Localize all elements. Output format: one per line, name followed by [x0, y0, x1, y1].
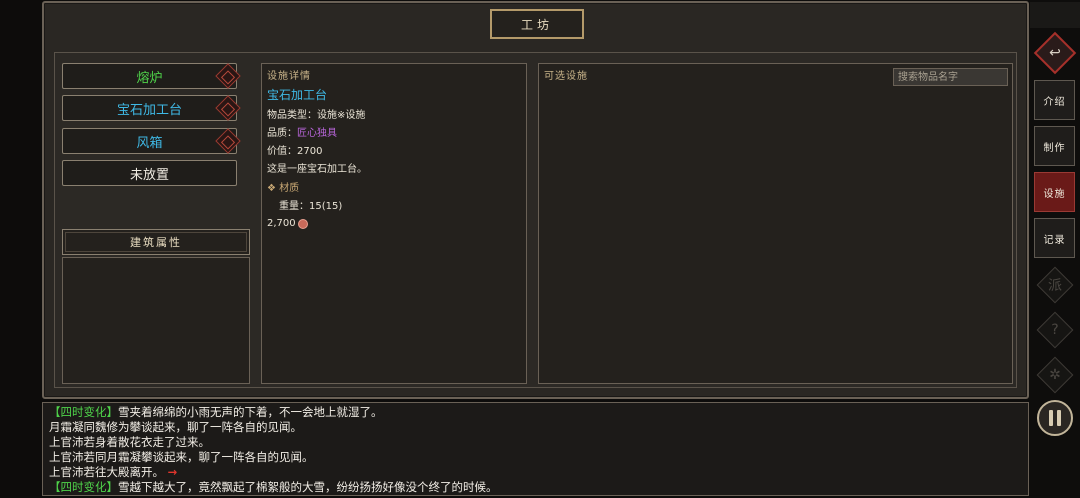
item-price: 2,700 — [267, 218, 521, 229]
tab-craft[interactable]: 制作 — [1034, 126, 1075, 166]
remove-icon[interactable] — [215, 95, 241, 121]
facility-label: 风箱 — [136, 135, 163, 151]
tab-label: 制作 — [1043, 142, 1066, 154]
quality-prefix: 品质： — [267, 128, 297, 139]
tab-label: 介绍 — [1043, 96, 1066, 108]
facility-slot-furnace[interactable]: 熔炉 — [62, 63, 241, 89]
log-line: 【四时变化】雪夹着绵绵的小雨无声的下着，不一会地上就湿了。 — [49, 405, 1022, 420]
item-name: 宝石加工台 — [267, 88, 328, 102]
log-tag: 【四时变化】 — [49, 480, 118, 494]
tab-records[interactable]: 记录 — [1034, 218, 1075, 258]
top-corner-bar — [1030, 2, 1080, 28]
workshop-content: 熔炉 宝石加工台 风箱 未放置 建筑属性 设施详情 宝石加工台 物品类型：设施※… — [54, 52, 1017, 388]
arrow-icon: → — [167, 465, 178, 479]
pause-button[interactable] — [1037, 400, 1073, 436]
log-text: 上官沛若往大殿离开。 — [49, 465, 164, 479]
back-arrow-icon: ↩ — [1049, 45, 1061, 61]
help-icon: ? — [1051, 322, 1059, 338]
building-attributes-title: 建筑属性 — [62, 229, 250, 255]
log-text: 上官沛若同月霜凝攀谈起来，聊了一阵各自的见闻。 — [49, 450, 314, 464]
tab-label: 设施 — [1043, 188, 1066, 200]
building-attributes-panel — [62, 257, 250, 384]
pause-icon — [1057, 410, 1061, 426]
remove-icon[interactable] — [215, 128, 241, 154]
log-line: 【四时变化】雪越下越大了，竟然飘起了棉絮般的大雪，纷纷扬扬好像没个终了的时候。 — [49, 480, 1022, 495]
tab-facilities[interactable]: 设施 — [1034, 172, 1075, 212]
workshop-window: 工坊 熔炉 宝石加工台 风箱 未放置 建筑属性 设施详情 宝石加工台 物品类型：… — [42, 1, 1029, 399]
material-header: ❖ 材质 — [267, 183, 300, 194]
facility-label: 未放置 — [129, 167, 169, 183]
facility-label: 宝石加工台 — [116, 102, 182, 118]
item-quality: 品质：匠心独具 — [267, 124, 521, 139]
sect-icon: 派 — [1048, 278, 1062, 294]
window-title: 工坊 — [520, 17, 553, 32]
window-title-frame: 工坊 — [490, 9, 584, 39]
log-line: 上官沛若往大殿离开。 → — [49, 465, 1022, 480]
tab-intro[interactable]: 介绍 — [1034, 80, 1075, 120]
gear-icon: ✲ — [1049, 367, 1061, 383]
log-text: 雪越下越大了，竟然飘起了棉絮般的大雪，纷纷扬扬好像没个终了的时候。 — [118, 480, 498, 494]
log-line: 上官沛若同月霜凝攀谈起来，聊了一阵各自的见闻。 — [49, 450, 1022, 465]
quality-value: 匠心独具 — [297, 128, 337, 139]
item-value: 价值：2700 — [267, 146, 323, 157]
pause-icon — [1049, 410, 1053, 426]
attributes-title-text: 建筑属性 — [130, 236, 182, 249]
facility-slot-gem-table[interactable]: 宝石加工台 — [62, 95, 241, 121]
remove-icon[interactable] — [215, 63, 241, 89]
coin-icon — [297, 218, 308, 229]
item-type: 物品类型：设施※设施 — [267, 110, 366, 121]
log-tag: 【四时变化】 — [49, 405, 118, 419]
search-item-input[interactable] — [893, 68, 1008, 86]
available-facilities-panel: 可选设施 — [538, 63, 1013, 384]
price-value: 2,700 — [267, 218, 296, 229]
facility-detail-panel: 设施详情 宝石加工台 物品类型：设施※设施 品质：匠心独具 价值：2700 这是… — [261, 63, 527, 384]
log-text: 雪夹着绵绵的小雨无声的下着，不一会地上就湿了。 — [118, 405, 383, 419]
item-description: 这是一座宝石加工台。 — [267, 164, 367, 175]
log-text: 月霜凝同魏修为攀谈起来，聊了一阵各自的见闻。 — [49, 420, 302, 434]
log-line: 月霜凝同魏修为攀谈起来，聊了一阵各自的见闻。 — [49, 420, 1022, 435]
detail-panel-label: 设施详情 — [267, 71, 311, 82]
facility-label: 熔炉 — [136, 70, 163, 86]
log-line: 上官沛若身着散花衣走了过来。 — [49, 435, 1022, 450]
log-text: 上官沛若身着散花衣走了过来。 — [49, 435, 210, 449]
facility-slot-empty[interactable]: 未放置 — [62, 160, 237, 186]
tab-label: 记录 — [1043, 234, 1066, 246]
item-weight: 重量：15(15) — [279, 201, 343, 212]
facility-slot-bellows[interactable]: 风箱 — [62, 128, 241, 154]
event-log[interactable]: 【四时变化】雪夹着绵绵的小雨无声的下着，不一会地上就湿了。 月霜凝同魏修为攀谈起… — [42, 402, 1029, 496]
